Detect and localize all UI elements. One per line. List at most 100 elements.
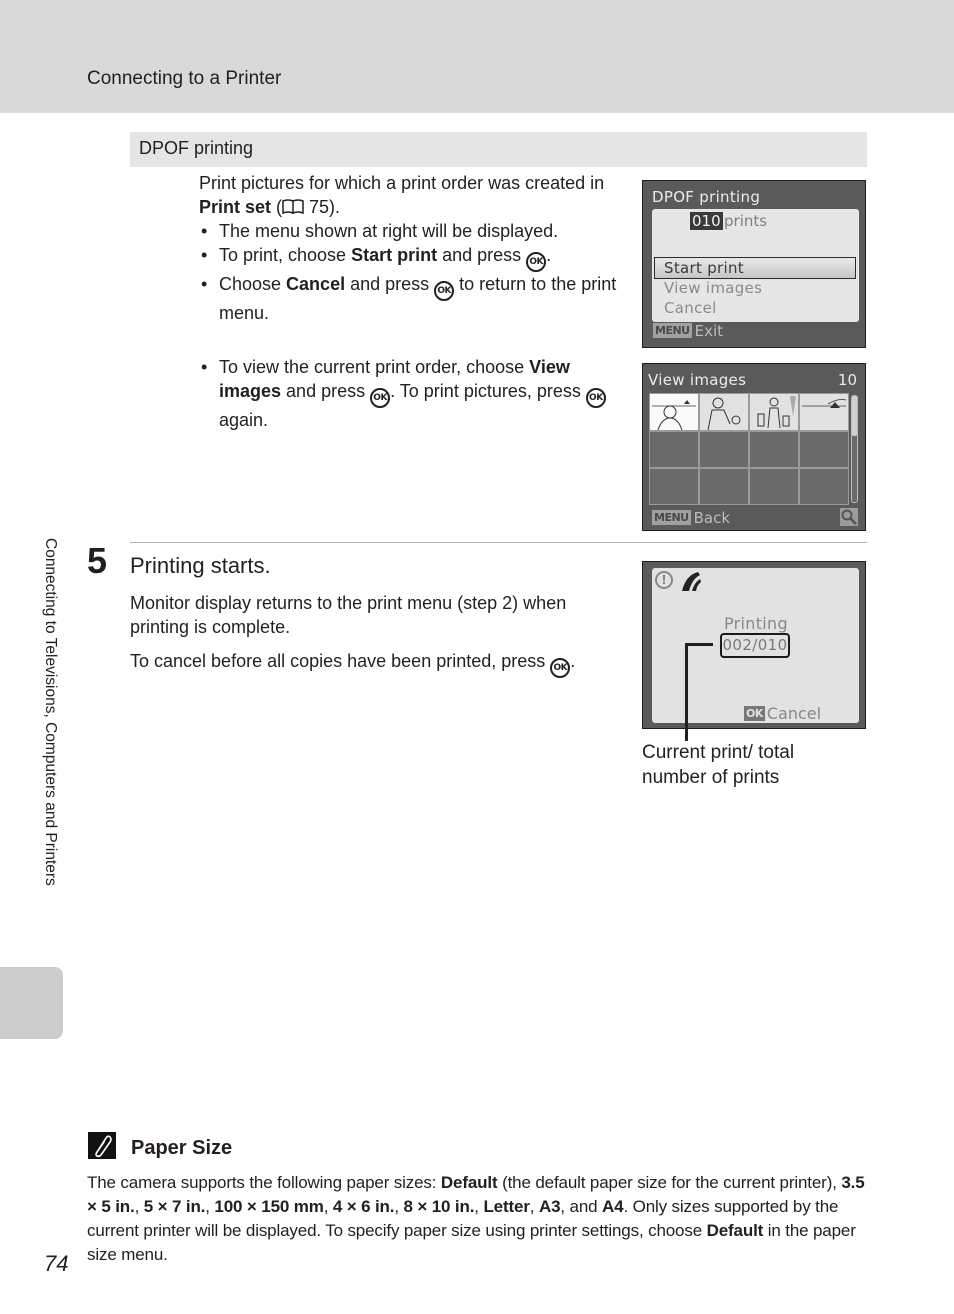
- thumbnail-grid: [649, 393, 849, 505]
- ok-button-icon: OK: [550, 658, 571, 678]
- step-title: Printing starts.: [130, 553, 271, 578]
- section-divider: [130, 542, 867, 543]
- bullet-text: Choose: [219, 274, 287, 294]
- screen-footer: MENU Exit: [653, 322, 723, 340]
- thumbnail[interactable]: [650, 394, 698, 430]
- bullet-item: To view the current print order, choose …: [199, 355, 619, 432]
- note-bold-term: 4 × 6 in.: [332, 1197, 395, 1216]
- thumbnail[interactable]: [800, 394, 848, 430]
- thumbnail-empty: [700, 469, 748, 504]
- thumbnail-empty: [650, 469, 698, 504]
- note-text: ,: [323, 1197, 333, 1216]
- intro-bold-term: Print set: [199, 197, 272, 217]
- menu-item-view-images[interactable]: View images: [664, 279, 762, 297]
- bullet-list-2: To view the current print order, choose …: [199, 355, 619, 432]
- thumbnail-empty: [800, 432, 848, 467]
- thumbnail-image-boat: [802, 399, 847, 408]
- callout-line-1: Current print/ total: [642, 742, 795, 763]
- scrollbar[interactable]: [851, 395, 858, 503]
- chapter-side-label: Connecting to Televisions, Computers and…: [42, 538, 59, 886]
- note-bold-term: Letter: [483, 1197, 530, 1216]
- print-count: 010: [690, 212, 723, 230]
- note-title: Paper Size: [131, 1137, 233, 1159]
- note-bold-term: 5 × 7 in.: [143, 1197, 206, 1216]
- note-text: (the default paper size for the current …: [497, 1173, 842, 1192]
- bullet-text: and press: [437, 245, 527, 265]
- screen-footer: MENU Back: [652, 509, 730, 527]
- image-count: 10: [837, 371, 857, 389]
- bullet-item: The menu shown at right will be displaye…: [199, 219, 619, 243]
- bullet-text: again.: [219, 410, 269, 430]
- menu-item-cancel[interactable]: Cancel: [664, 299, 717, 317]
- page-number: 74: [44, 1251, 69, 1276]
- print-count-unit: prints: [724, 212, 768, 230]
- note-text: The camera supports the following paper …: [87, 1173, 441, 1192]
- screen-view-images: View images 10 MENU Back: [642, 363, 866, 531]
- printing-status-label: Printing: [724, 614, 788, 633]
- bullet-item: To print, choose Start print and press O…: [199, 243, 619, 272]
- note-text: ,: [394, 1197, 404, 1216]
- callout-line-2: number of prints: [642, 767, 780, 788]
- thumbnail-empty: [750, 432, 798, 467]
- thumbnail-image-family: [757, 396, 796, 429]
- menu-key-icon: MENU: [652, 510, 691, 525]
- menu-item-start-print[interactable]: Start print: [664, 259, 744, 277]
- thumbnail-empty: [750, 469, 798, 504]
- thumbnail-image-mother-child: [707, 397, 741, 430]
- ok-key-icon: OK: [744, 706, 765, 721]
- thumbnail-empty: [650, 432, 698, 467]
- callout-label: Current print/ total number of prints: [642, 740, 794, 790]
- footer-label: Exit: [694, 322, 724, 340]
- warning-icon: !: [655, 571, 673, 589]
- thumbnail-image-person-boat: [652, 400, 696, 430]
- bullet-text: and press: [281, 381, 371, 401]
- note-bold-term: A4: [602, 1197, 624, 1216]
- bullet-text: . To print pictures, press: [390, 381, 586, 401]
- page-reference: 75).: [304, 197, 341, 217]
- footer-label: Back: [693, 509, 731, 527]
- ok-button-icon: OK: [526, 252, 547, 272]
- menu-key-icon: MENU: [653, 323, 692, 338]
- step-paragraph: To cancel before all copies have been pr…: [130, 649, 610, 678]
- screen-title: DPOF printing: [652, 188, 761, 206]
- step-text: .: [570, 651, 576, 671]
- bullet-item: Choose Cancel and press OK to return to …: [199, 272, 619, 325]
- pictbridge-icon: [682, 572, 701, 591]
- thumbnail-empty: [800, 469, 848, 504]
- screen-footer: OK Cancel: [744, 704, 821, 723]
- footer-label: Cancel: [766, 704, 822, 723]
- bullet-text: The menu shown at right will be displaye…: [219, 221, 559, 241]
- bullet-text: and press: [345, 274, 435, 294]
- bullet-text: To print, choose: [219, 245, 352, 265]
- ok-button-icon: OK: [585, 388, 606, 408]
- note-bold-term: A3: [538, 1197, 561, 1216]
- screen-title: View images: [648, 371, 747, 389]
- bullet-text: .: [546, 245, 552, 265]
- note-text: ,: [134, 1197, 144, 1216]
- chapter-tab: [0, 967, 63, 1039]
- thumbnail-empty: [700, 432, 748, 467]
- callout-line: [685, 643, 713, 646]
- printing-panel: ! Printing 002/010 OK Cancel: [652, 568, 859, 723]
- ok-button-icon: OK: [370, 388, 391, 408]
- thumbnail[interactable]: [750, 394, 798, 430]
- magnifier-icon: [840, 508, 858, 526]
- menu-panel: 010 prints Start print View images Cance…: [652, 209, 859, 322]
- note-paperclip-icon: [88, 1132, 116, 1159]
- screen-printing: ! Printing 002/010 OK Cancel: [642, 561, 866, 729]
- header-band: [0, 0, 954, 113]
- screen-dpof-printing: DPOF printing 010 prints Start print Vie…: [642, 180, 866, 348]
- scrollbar-thumb[interactable]: [852, 396, 857, 436]
- thumbnail[interactable]: [700, 394, 748, 430]
- note-text: , and: [560, 1197, 603, 1216]
- step-text: To cancel before all copies have been pr…: [130, 651, 551, 671]
- bullet-text: To view the current print order, choose: [219, 357, 530, 377]
- note-text: ,: [529, 1197, 539, 1216]
- book-icon: [282, 199, 304, 214]
- note-bold-term: 100 × 150 mm: [214, 1197, 324, 1216]
- section-bar: DPOF printing: [130, 132, 867, 167]
- intro-paragraph: Print pictures for which a print order w…: [199, 171, 619, 219]
- callout-line: [685, 643, 688, 741]
- ok-button-icon: OK: [434, 281, 455, 301]
- intro-text: Print pictures for which a print order w…: [199, 173, 605, 193]
